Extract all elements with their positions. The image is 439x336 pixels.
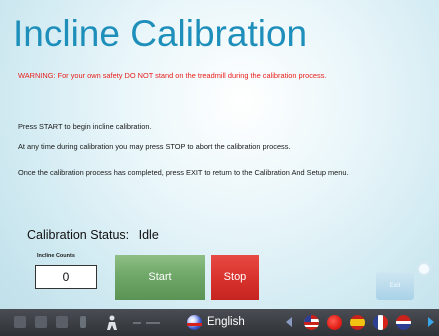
scroll-left-icon[interactable] xyxy=(286,317,292,327)
incline-counts-label: Incline Counts xyxy=(37,253,75,259)
calibration-status-value: Idle xyxy=(138,228,159,242)
page-title: Incline Calibration xyxy=(13,13,308,54)
instruction-start: Press START to begin incline calibration… xyxy=(18,122,152,131)
taskbar: English xyxy=(0,309,439,336)
scroll-right-icon[interactable] xyxy=(428,317,434,327)
spain-flag-icon[interactable] xyxy=(350,315,365,330)
uk-flag-icon[interactable] xyxy=(396,315,411,330)
instruction-stop: At any time during calibration you may p… xyxy=(18,142,291,151)
red-flag-icon[interactable] xyxy=(327,315,342,330)
line-icon xyxy=(133,322,141,324)
calibration-status: Calibration Status: Idle xyxy=(27,228,159,242)
instruction-exit: Once the calibration process has complet… xyxy=(18,168,349,177)
window-icon[interactable] xyxy=(14,316,26,328)
calibration-status-label: Calibration Status: xyxy=(27,228,130,242)
window-icon[interactable] xyxy=(80,316,86,328)
safety-warning: WARNING: For your own safety DO NOT stan… xyxy=(18,71,327,80)
line-icon xyxy=(146,322,160,324)
window-icon[interactable] xyxy=(56,316,68,328)
language-label[interactable]: English xyxy=(207,315,245,330)
us-flag-icon[interactable] xyxy=(304,315,319,330)
incline-counts-value: 0 xyxy=(35,265,97,289)
exit-indicator-icon xyxy=(417,262,431,276)
globe-icon[interactable] xyxy=(187,315,202,330)
stop-button[interactable]: Stop xyxy=(211,255,259,300)
france-flag-icon[interactable] xyxy=(373,315,388,330)
window-icon[interactable] xyxy=(35,316,47,328)
start-button[interactable]: Start xyxy=(115,255,205,300)
incline-calibration-screen: Incline Calibration WARNING: For your ow… xyxy=(0,0,439,336)
person-icon[interactable] xyxy=(104,314,122,332)
exit-button[interactable]: Exit xyxy=(376,272,414,300)
